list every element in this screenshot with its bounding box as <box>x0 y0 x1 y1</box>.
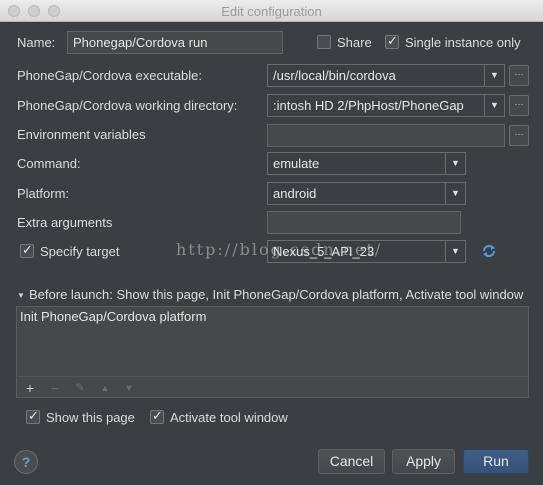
name-label: Name: <box>17 35 56 50</box>
executable-value: /usr/local/bin/cordova <box>273 68 396 83</box>
window-title: Edit configuration <box>221 4 322 19</box>
before-launch-toolbar: + − ✎ ▲ ▼ <box>16 376 529 398</box>
apply-button[interactable]: Apply <box>392 449 455 474</box>
help-button[interactable]: ? <box>14 450 38 474</box>
refresh-icon[interactable] <box>480 241 498 261</box>
edit-environment-variables-button[interactable]: ··· <box>509 125 529 146</box>
specify-target-checkbox[interactable] <box>20 242 34 258</box>
run-button[interactable]: Run <box>463 449 529 474</box>
before-launch-header[interactable]: Before launch: Show this page, Init Phon… <box>29 287 523 302</box>
platform-combo[interactable]: android ▼ <box>267 182 466 205</box>
single-instance-label[interactable]: Single instance only <box>405 35 521 50</box>
environment-variables-label: Environment variables <box>17 127 146 142</box>
single-instance-checkbox[interactable] <box>385 33 399 49</box>
chevron-down-icon[interactable]: ▼ <box>445 183 465 204</box>
cancel-button[interactable]: Cancel <box>318 449 385 474</box>
target-value: Nexus_5_API_23 <box>273 244 375 259</box>
chevron-down-icon[interactable]: ▼ <box>484 65 504 86</box>
show-this-page-checkbox[interactable] <box>26 408 40 424</box>
show-this-page-label[interactable]: Show this page <box>46 410 135 425</box>
target-combo[interactable]: Nexus_5_API_23 ▼ <box>267 240 466 263</box>
extra-arguments-label: Extra arguments <box>17 215 113 230</box>
remove-icon[interactable]: − <box>46 377 64 399</box>
working-directory-combo[interactable]: :intosh HD 2/PhpHost/PhoneGap ▼ <box>267 94 505 117</box>
chevron-down-icon[interactable]: ▼ <box>445 153 465 174</box>
platform-label: Platform: <box>17 186 70 201</box>
command-combo[interactable]: emulate ▼ <box>267 152 466 175</box>
move-up-icon[interactable]: ▲ <box>96 377 114 399</box>
working-directory-value: :intosh HD 2/PhpHost/PhoneGap <box>273 98 464 113</box>
activate-tool-window-label[interactable]: Activate tool window <box>170 410 288 425</box>
command-value: emulate <box>273 156 320 171</box>
add-icon[interactable]: + <box>21 377 39 399</box>
browse-working-directory-button[interactable]: ··· <box>509 95 529 116</box>
environment-variables-field[interactable] <box>267 124 505 147</box>
move-down-icon[interactable]: ▼ <box>120 377 138 399</box>
collapse-triangle-icon[interactable]: ▼ <box>17 291 25 300</box>
extra-arguments-field[interactable] <box>267 211 461 234</box>
browse-executable-button[interactable]: ··· <box>509 65 529 86</box>
edit-icon[interactable]: ✎ <box>71 377 89 399</box>
specify-target-label[interactable]: Specify target <box>40 244 120 259</box>
share-label[interactable]: Share <box>337 35 372 50</box>
chevron-down-icon[interactable]: ▼ <box>445 241 465 262</box>
executable-combo[interactable]: /usr/local/bin/cordova ▼ <box>267 64 505 87</box>
name-field[interactable]: Phonegap/Cordova run <box>67 31 283 54</box>
share-checkbox[interactable] <box>317 35 331 49</box>
command-label: Command: <box>17 156 81 171</box>
working-directory-label: PhoneGap/Cordova working directory: <box>17 98 238 113</box>
platform-value: android <box>273 186 317 201</box>
executable-label: PhoneGap/Cordova executable: <box>17 68 203 83</box>
title-bar: Edit configuration <box>0 0 543 22</box>
activate-tool-window-checkbox[interactable] <box>150 408 164 424</box>
chevron-down-icon[interactable]: ▼ <box>484 95 504 116</box>
list-item[interactable]: Init PhoneGap/Cordova platform <box>20 309 206 324</box>
